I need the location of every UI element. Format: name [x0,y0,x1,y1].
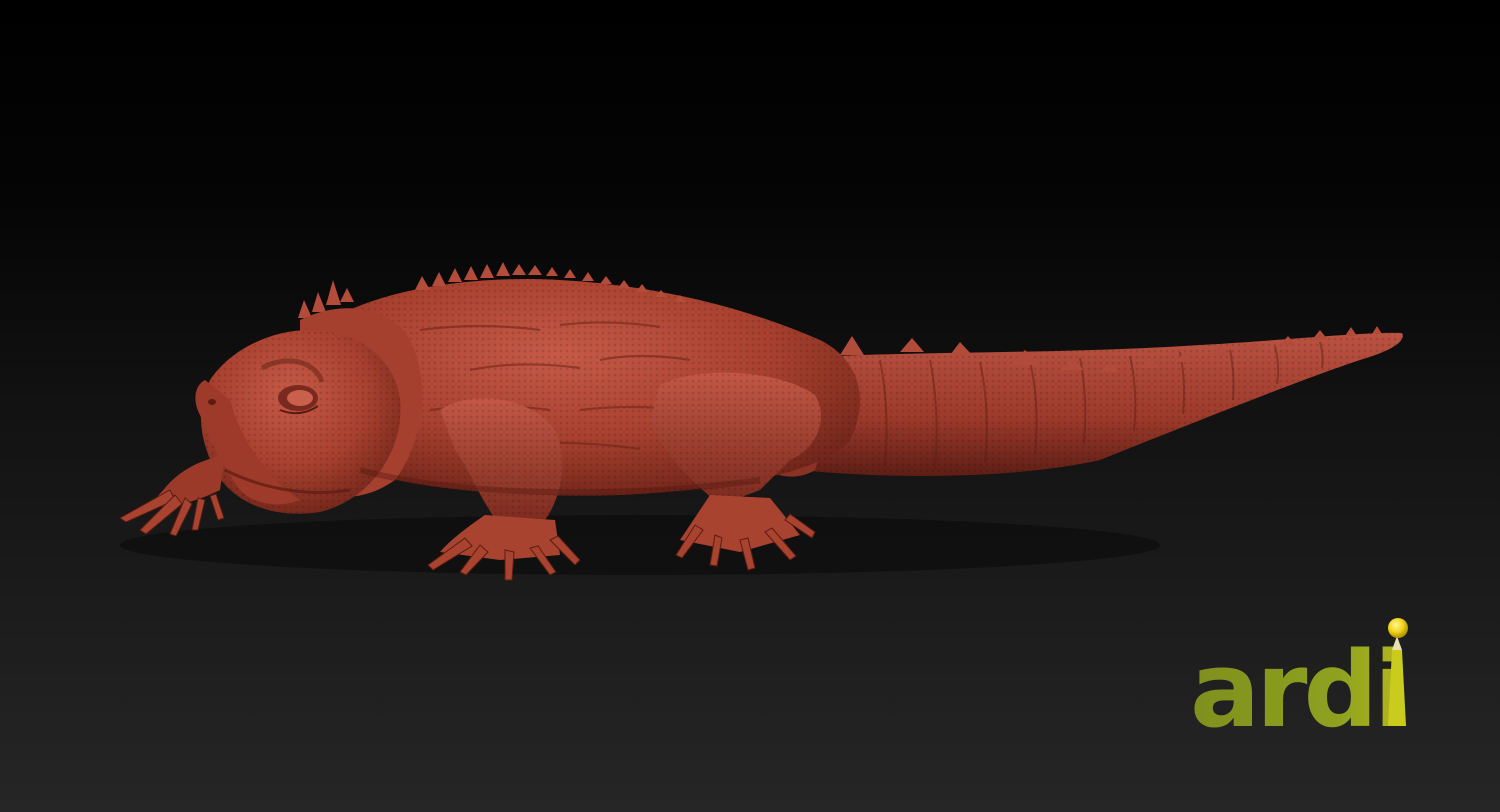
front-leg-far [119,455,225,537]
ground-shadow [120,515,1160,575]
logo-text: ardi [1190,629,1406,736]
pin-head-icon [1388,618,1408,638]
ardi-logo: ardi [1190,618,1410,736]
render-viewport: ardi [0,0,1500,812]
